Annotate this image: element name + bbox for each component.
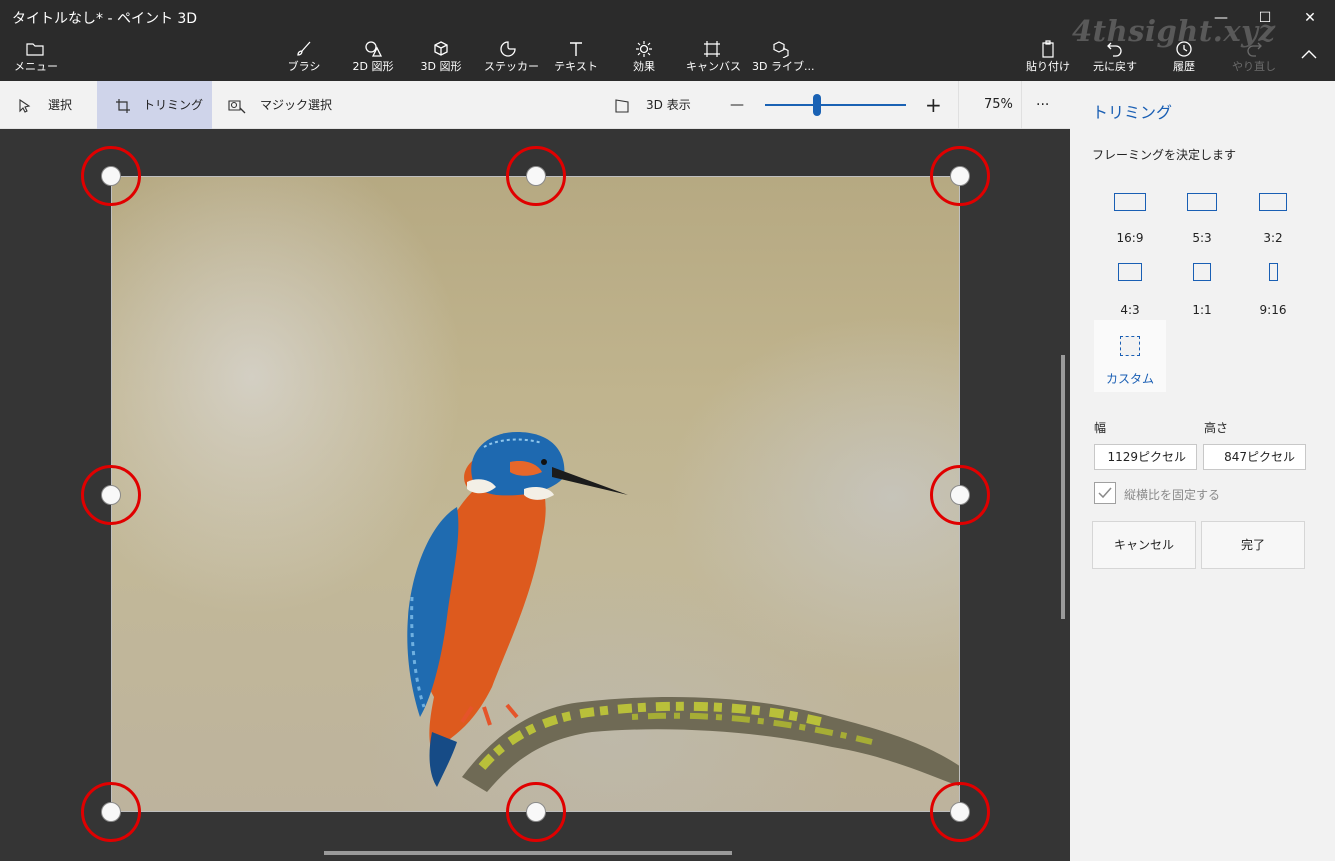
title-toolbar-area: タイトルなし* - ペイント 3D 4thsight.xyz — ☐ ✕ メニュ… (0, 0, 1335, 81)
sub-toolbar: 選択 トリミング マジック選択 3D 表示 — + 75% ··· (0, 81, 1070, 129)
height-label: 高さ (1204, 421, 1229, 435)
ratio-5-3-icon (1187, 193, 1217, 211)
ratio-1-1[interactable]: 1:1 (1166, 257, 1238, 327)
divider (1021, 81, 1022, 129)
cube-icon (416, 38, 466, 60)
divider (958, 81, 959, 129)
collapse-toolbar-button[interactable] (1296, 42, 1322, 82)
history-icon (1168, 38, 1200, 60)
highlight-ring (81, 146, 141, 206)
ratio-16-9-icon (1114, 193, 1146, 211)
checkmark-icon (1098, 487, 1112, 499)
crop-icon (116, 98, 130, 113)
lock-aspect-label: 縦横比を固定する (1124, 488, 1221, 502)
canvas-icon (686, 38, 738, 60)
tool-brush[interactable]: ブラシ (283, 38, 325, 78)
tool-canvas[interactable]: キャンバス (686, 38, 741, 78)
menu-button[interactable]: メニュー (14, 38, 58, 78)
sticker-icon (484, 38, 532, 60)
highlight-ring (506, 782, 566, 842)
canvas-image[interactable] (111, 176, 960, 812)
folder-icon (14, 38, 56, 60)
width-label: 幅 (1094, 421, 1107, 435)
width-field[interactable]: 1129ピクセル (1094, 444, 1197, 470)
ratio-4-3-icon (1118, 263, 1142, 281)
custom-selection-icon (1120, 336, 1140, 356)
highlight-ring (81, 782, 141, 842)
cancel-button[interactable]: キャンセル (1092, 521, 1196, 569)
select-tool[interactable]: 選択 (18, 81, 72, 129)
ratio-4-3[interactable]: 4:3 (1094, 257, 1166, 327)
chevron-up-icon (1296, 42, 1322, 64)
magic-select-tool[interactable]: マジック選択 (228, 81, 332, 129)
ratio-3-2[interactable]: 3:2 (1237, 185, 1309, 255)
ratio-16-9[interactable]: 16:9 (1094, 185, 1166, 255)
highlight-ring (506, 146, 566, 206)
magic-select-icon (228, 99, 246, 113)
zoom-level[interactable]: 75% (984, 81, 1013, 129)
lock-aspect-checkbox[interactable] (1094, 482, 1116, 504)
tool-effects[interactable]: 効果 (624, 38, 664, 78)
brush-icon (283, 38, 325, 60)
window-title: タイトルなし* - ペイント 3D (12, 11, 198, 27)
undo-button[interactable]: 元に戻す (1092, 38, 1138, 78)
close-button[interactable]: ✕ (1287, 4, 1333, 32)
kingfisher-photo (407, 432, 959, 792)
trim-panel: トリミング フレーミングを決定します 16:9 5:3 3:2 4:3 1:1 … (1070, 81, 1335, 861)
zoom-slider-thumb[interactable] (813, 94, 821, 116)
canvas-area[interactable] (0, 129, 1070, 861)
highlight-ring (930, 146, 990, 206)
undo-icon (1092, 38, 1138, 60)
horizontal-scrollbar[interactable] (324, 851, 732, 855)
tool-3d-library[interactable]: 3D ライブ... (752, 38, 814, 78)
paste-icon (1026, 38, 1070, 60)
zoom-in-button[interactable]: + (925, 81, 942, 129)
shapes-2d-icon (348, 38, 398, 60)
ratio-5-3[interactable]: 5:3 (1166, 185, 1238, 255)
view-3d-icon (615, 98, 629, 113)
panel-title: トリミング (1092, 103, 1173, 122)
redo-button[interactable]: やり直し (1232, 38, 1276, 78)
zoom-out-button[interactable]: — (730, 81, 744, 129)
view-3d-toggle[interactable]: 3D 表示 (614, 81, 691, 129)
highlight-ring (81, 465, 141, 525)
redo-icon (1232, 38, 1276, 60)
vertical-scrollbar[interactable] (1061, 355, 1065, 619)
minimize-button[interactable]: — (1198, 4, 1244, 32)
paste-button[interactable]: 貼り付け (1026, 38, 1070, 78)
ratio-custom[interactable]: カスタム (1094, 320, 1166, 392)
effects-icon (624, 38, 664, 60)
panel-subtitle: フレーミングを決定します (1092, 148, 1237, 162)
ratio-3-2-icon (1259, 193, 1287, 211)
height-field[interactable]: 847ピクセル (1203, 444, 1306, 470)
trim-tool[interactable]: トリミング (115, 81, 203, 129)
maximize-button[interactable]: ☐ (1242, 4, 1288, 32)
text-icon (552, 38, 600, 60)
highlight-ring (930, 782, 990, 842)
tool-2d-shapes[interactable]: 2D 図形 (348, 38, 398, 78)
library-3d-icon (752, 38, 810, 60)
tool-stickers[interactable]: ステッカー (484, 38, 539, 78)
history-button[interactable]: 履歴 (1168, 38, 1200, 78)
done-button[interactable]: 完了 (1201, 521, 1305, 569)
ratio-9-16[interactable]: 9:16 (1237, 257, 1309, 327)
tool-text[interactable]: テキスト (552, 38, 600, 78)
zoom-slider-track[interactable] (765, 104, 906, 106)
tool-3d-shapes[interactable]: 3D 図形 (416, 38, 466, 78)
ratio-1-1-icon (1193, 263, 1211, 281)
more-options-button[interactable]: ··· (1036, 81, 1049, 129)
cursor-icon (19, 98, 31, 113)
ratio-9-16-icon (1269, 263, 1278, 281)
highlight-ring (930, 465, 990, 525)
